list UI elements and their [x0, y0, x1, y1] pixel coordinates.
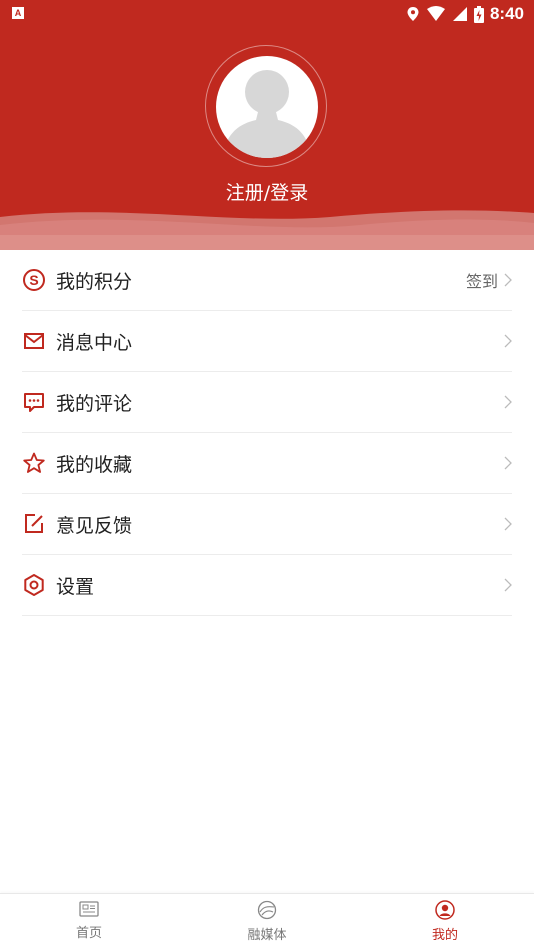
user-icon — [435, 900, 455, 920]
news-icon — [79, 901, 99, 917]
tab-label: 首页 — [75, 926, 102, 941]
edit-icon — [22, 512, 46, 536]
menu-item-comments[interactable]: 我的评论 — [22, 372, 512, 433]
tab-label: 我的 — [431, 928, 458, 943]
chevron-right-icon — [504, 578, 512, 592]
profile-header: 注册/登录 — [0, 0, 534, 250]
default-avatar-icon — [222, 70, 312, 158]
tab-mine[interactable]: 我的 — [356, 894, 534, 950]
login-register-link[interactable]: 注册/登录 — [0, 178, 534, 205]
notification-a-icon: A — [12, 7, 24, 19]
location-icon — [407, 7, 419, 21]
status-time: 8:40 — [489, 4, 524, 23]
tab-home[interactable]: 首页 — [0, 894, 178, 950]
avatar[interactable] — [216, 56, 318, 158]
menu-item-feedback[interactable]: 意见反馈 — [22, 494, 512, 555]
chevron-right-icon — [504, 456, 512, 470]
settings-icon — [22, 573, 46, 597]
menu-item-favorites[interactable]: 我的收藏 — [22, 433, 512, 494]
status-bar: A 8:40 — [0, 0, 534, 28]
menu-item-label: 我的积分 — [56, 270, 133, 293]
signal-icon — [452, 7, 467, 21]
menu-item-settings[interactable]: 设置 — [22, 555, 512, 616]
svg-text:S: S — [29, 272, 38, 288]
comment-icon — [22, 390, 46, 414]
menu-item-label: 消息中心 — [56, 331, 133, 354]
checkin-link[interactable]: 签到 — [466, 268, 512, 292]
mail-icon — [22, 329, 46, 353]
menu-item-points[interactable]: S 我的积分 签到 — [22, 250, 512, 311]
wifi-icon — [426, 6, 445, 21]
chevron-right-icon — [504, 395, 512, 409]
chevron-right-icon — [504, 334, 512, 348]
star-icon — [22, 451, 46, 475]
checkin-label: 签到 — [465, 272, 498, 291]
menu-item-label: 我的评论 — [56, 392, 133, 415]
chevron-right-icon — [504, 273, 512, 287]
tab-media[interactable]: 融媒体 — [178, 894, 356, 950]
points-icon: S — [22, 268, 46, 292]
media-icon — [257, 900, 277, 920]
menu-item-label: 我的收藏 — [56, 453, 133, 476]
bottom-tab-bar: 首页 融媒体 我的 — [0, 893, 534, 950]
menu-item-label: 意见反馈 — [56, 514, 133, 537]
tab-label: 融媒体 — [247, 928, 287, 943]
menu-item-label: 设置 — [56, 575, 95, 598]
battery-icon — [473, 5, 484, 23]
profile-menu: S 我的积分 签到 消息中心 我的评论 我的收藏 意见反馈 设置 — [0, 250, 534, 616]
menu-item-messages[interactable]: 消息中心 — [22, 311, 512, 372]
chevron-right-icon — [504, 517, 512, 531]
